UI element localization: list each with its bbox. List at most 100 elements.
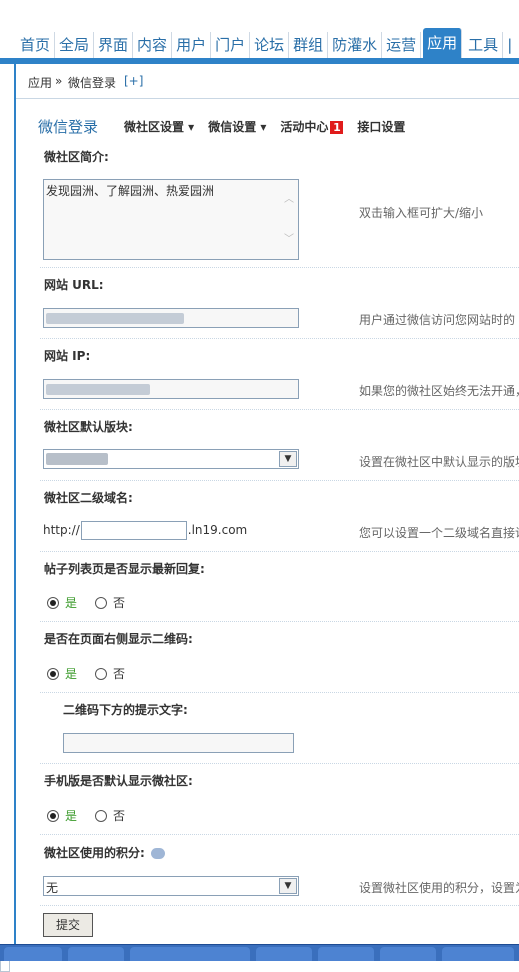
row-divider [40, 267, 519, 268]
row-divider [40, 338, 519, 339]
subdomain-field: http:// .ln19.com [43, 521, 247, 540]
top-navigation: 首页 全局 界面 内容 用户 门户 论坛 群组 防灌水 运营 应用 工具 | [0, 0, 519, 58]
row-divider [40, 480, 519, 481]
intro-textarea[interactable]: 发现园洲、了解园洲、热爱园洲 ︿ ﹀ [43, 179, 299, 260]
show-reply-radio-group: 是 否 [47, 594, 125, 611]
show-qr-no-radio[interactable] [95, 667, 108, 680]
header-band [0, 0, 519, 30]
breadcrumb-separator: » [55, 74, 63, 88]
subdomain-label: 微社区二级域名: [44, 491, 133, 505]
breadcrumb-current: 微信登录 [68, 76, 117, 90]
mobile-default-no-radio[interactable] [95, 809, 108, 822]
show-reply-no-label[interactable]: 否 [113, 594, 125, 611]
credit-label-text: 微社区使用的积分: [44, 846, 145, 860]
tab-forum[interactable]: 论坛 [250, 32, 290, 58]
left-frame [0, 64, 16, 972]
tab-users[interactable]: 用户 [172, 32, 212, 58]
row-divider [40, 551, 519, 552]
breadcrumb: 应用 » 微信登录 [+] [16, 64, 519, 99]
board-label: 微社区默认版块: [44, 420, 133, 434]
sub-tabs: 微社区设置 ▾ 微信设置 ▾ 活动中心 1 接口设置 [124, 118, 419, 135]
url-hint: 用户通过微信访问您网站时的 [359, 313, 516, 327]
ip-label: 网站 IP: [44, 349, 91, 363]
chevron-down-icon[interactable]: ▼ [279, 878, 297, 894]
taskbar-item[interactable] [442, 947, 514, 961]
tab-tools[interactable]: 工具 [464, 32, 504, 58]
subdomain-input[interactable] [80, 521, 187, 540]
redacted-value [46, 384, 150, 395]
show-reply-label: 帖子列表页是否显示最新回复: [44, 562, 205, 576]
notification-badge: 1 [330, 121, 344, 134]
help-bubble-icon[interactable] [150, 848, 165, 859]
credit-label: 微社区使用的积分: [44, 844, 165, 861]
mobile-default-yes-radio[interactable] [47, 809, 59, 822]
subtab-community-settings[interactable]: 微社区设置 ▾ [124, 118, 194, 135]
subdomain-hint: 您可以设置一个二级域名直接访 [359, 526, 519, 540]
intro-hint: 双击输入框可扩大/缩小 [359, 206, 484, 220]
intro-text: 发现园洲、了解园洲、热爱园洲 [46, 184, 215, 198]
subtab-wechat-settings[interactable]: 微信设置 ▾ [208, 118, 266, 135]
taskbar [0, 944, 519, 961]
tab-content[interactable]: 内容 [133, 32, 173, 58]
submit-button[interactable]: 提交 [43, 913, 93, 937]
show-reply-no-radio[interactable] [95, 596, 108, 609]
show-qr-radio-group: 是 否 [47, 665, 125, 682]
show-qr-yes-label[interactable]: 是 [65, 665, 77, 682]
textarea-scrollbar[interactable]: ︿ ﹀ [281, 180, 298, 259]
mobile-default-no-label[interactable]: 否 [113, 807, 125, 824]
tab-overflow[interactable]: | [503, 32, 516, 58]
subdomain-prefix: http:// [43, 523, 80, 537]
taskbar-item[interactable] [380, 947, 436, 961]
taskbar-item[interactable] [318, 947, 374, 961]
subtab-activity-center[interactable]: 活动中心 1 [280, 118, 344, 135]
breadcrumb-add-link[interactable]: [+] [124, 74, 143, 88]
show-qr-label: 是否在页面右侧显示二维码: [44, 632, 193, 646]
tab-global[interactable]: 全局 [55, 32, 95, 58]
row-divider [40, 409, 519, 410]
ip-input[interactable] [43, 379, 299, 399]
row-divider [40, 621, 519, 622]
mobile-default-label: 手机版是否默认显示微社区: [44, 774, 193, 788]
redacted-value [46, 453, 108, 465]
qr-text-label: 二维码下方的提示文字: [63, 703, 188, 717]
scroll-down-icon[interactable]: ﹀ [284, 230, 294, 245]
tab-portal[interactable]: 门户 [211, 32, 251, 58]
redacted-value [46, 313, 184, 324]
row-divider [40, 692, 519, 693]
url-input[interactable] [43, 308, 299, 328]
row-divider [40, 834, 519, 835]
credit-hint: 设置微社区使用的积分，设置为 [359, 881, 519, 895]
show-qr-no-label[interactable]: 否 [113, 665, 125, 682]
board-select[interactable]: ▼ [43, 449, 299, 469]
row-divider [40, 905, 519, 906]
main-content: 应用 » 微信登录 [+] 微信登录 微社区设置 ▾ 微信设置 ▾ 活动中心 1 … [16, 64, 519, 944]
subtab-activity-center-label: 活动中心 [280, 120, 329, 134]
taskbar-item[interactable] [68, 947, 124, 961]
row-divider [40, 763, 519, 764]
ip-hint: 如果您的微社区始终无法开通， [359, 384, 519, 398]
tab-apps[interactable]: 应用 [423, 28, 463, 58]
main-tabs: 首页 全局 界面 内容 用户 门户 论坛 群组 防灌水 运营 应用 工具 | [16, 28, 516, 58]
tab-operations[interactable]: 运营 [382, 32, 422, 58]
taskbar-item[interactable] [130, 947, 250, 961]
show-reply-yes-label[interactable]: 是 [65, 594, 77, 611]
show-qr-yes-radio[interactable] [47, 667, 59, 680]
qr-text-input[interactable] [63, 733, 294, 753]
show-reply-yes-radio[interactable] [47, 596, 59, 609]
credit-select[interactable]: 无 ▼ [43, 876, 299, 896]
url-label: 网站 URL: [44, 278, 104, 292]
scroll-up-icon[interactable]: ︿ [284, 190, 294, 205]
tab-home[interactable]: 首页 [16, 32, 56, 58]
breadcrumb-root[interactable]: 应用 [28, 74, 52, 91]
tab-anti-spam[interactable]: 防灌水 [328, 32, 383, 58]
taskbar-item[interactable] [256, 947, 312, 961]
board-hint: 设置在微社区中默认显示的版块 [359, 455, 519, 469]
taskbar-item[interactable] [4, 947, 62, 961]
subtab-api-settings[interactable]: 接口设置 [357, 118, 405, 135]
subdomain-suffix: .ln19.com [187, 523, 248, 537]
tab-interface[interactable]: 界面 [94, 32, 134, 58]
tab-groups[interactable]: 群组 [289, 32, 329, 58]
mobile-default-yes-label[interactable]: 是 [65, 807, 77, 824]
mobile-default-radio-group: 是 否 [47, 807, 125, 824]
chevron-down-icon[interactable]: ▼ [279, 451, 297, 467]
